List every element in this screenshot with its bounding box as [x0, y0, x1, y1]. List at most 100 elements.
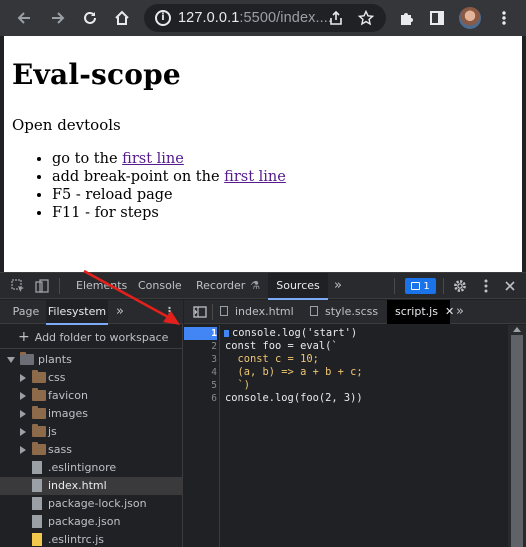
browser-toolbar: i 127.0.0.1:5500/index.... — [0, 0, 526, 36]
file-icon — [32, 479, 42, 492]
issues-badge[interactable]: 1 — [405, 278, 436, 294]
close-icon[interactable] — [500, 276, 520, 296]
list-item: go to the first line — [52, 150, 286, 168]
forward-arrow-icon[interactable] — [48, 8, 68, 28]
add-folder-button[interactable]: + Add folder to workspace — [0, 325, 183, 349]
document-icon — [220, 306, 228, 316]
tree-file[interactable]: .eslintignore — [0, 459, 183, 477]
line-number[interactable]: 6 — [184, 392, 217, 405]
editor-tab-index-html[interactable]: index.html — [220, 300, 294, 324]
folder-icon — [32, 370, 46, 383]
web-page: Eval-scope Open devtools go to the first… — [4, 36, 522, 272]
code-line: console.log(foo(2, 3)) — [225, 392, 363, 404]
code-editor[interactable]: 1 2 3 4 5 6 console.log('start') const f… — [184, 325, 508, 547]
line-gutter[interactable]: 1 2 3 4 5 6 — [184, 325, 220, 547]
page-title: Eval-scope — [12, 58, 181, 91]
settings-gear-icon[interactable] — [450, 276, 470, 296]
editor-tabbar: index.html style.scss script.js ✕ » — [184, 300, 526, 324]
folder-icon — [20, 352, 34, 365]
more-editor-tabs-chevron-icon[interactable]: » — [456, 300, 464, 324]
line-number[interactable]: 3 — [184, 353, 217, 366]
editor-scrollbar[interactable] — [508, 325, 526, 547]
tab-recorder[interactable]: Recorder ⚗ — [196, 273, 260, 299]
tab-console[interactable]: Console — [138, 273, 182, 299]
list-item: F5 - reload page — [52, 186, 286, 204]
tab-filesystem[interactable]: Filesystem — [46, 300, 108, 325]
line-number[interactable]: 2 — [184, 340, 217, 353]
editor-tab-script-js[interactable]: script.js ✕ — [387, 300, 454, 324]
breakpoint-line-number[interactable]: 1 — [184, 327, 217, 340]
profile-avatar[interactable] — [459, 7, 481, 29]
first-line-link[interactable]: first line — [122, 151, 184, 167]
code-line: const foo = eval(` — [225, 340, 338, 352]
collapse-arrow-icon — [20, 446, 26, 454]
devtools-panel: Elements Console Recorder ⚗ Sources » 1 P… — [0, 272, 526, 547]
line-number[interactable]: 5 — [184, 379, 217, 392]
folder-icon — [32, 424, 46, 437]
scrollbar-thumb[interactable] — [511, 335, 523, 547]
list-item: F11 - for steps — [52, 204, 286, 222]
bookmark-star-icon[interactable] — [356, 8, 376, 28]
more-tabs-chevron-icon[interactable]: » — [334, 273, 342, 299]
close-tab-icon[interactable]: ✕ — [445, 305, 454, 318]
tree-folder[interactable]: favicon — [0, 387, 183, 405]
scroll-up-arrow-icon[interactable] — [513, 327, 521, 332]
home-icon[interactable] — [112, 8, 132, 28]
folder-icon — [32, 406, 46, 419]
navigator-menu-icon[interactable]: ⋮ — [164, 300, 175, 324]
tree-file[interactable]: package.json — [0, 513, 183, 531]
reload-icon[interactable] — [80, 8, 100, 28]
collapse-arrow-icon — [20, 374, 26, 382]
collapse-arrow-icon — [20, 428, 26, 436]
sources-navigator: Page Filesystem » ⋮ + Add folder to works… — [0, 300, 183, 547]
inline-breakpoint-marker-icon[interactable] — [224, 330, 229, 337]
code-line: const c = 10; — [225, 353, 319, 365]
back-arrow-icon[interactable] — [14, 8, 34, 28]
file-icon — [32, 515, 42, 528]
intro-text: Open devtools — [12, 116, 121, 134]
code-line: `) — [225, 379, 251, 391]
steps-list: go to the first line add break-point on … — [52, 150, 286, 222]
collapse-arrow-icon — [20, 392, 26, 400]
devtools-menu-icon[interactable] — [476, 276, 496, 296]
tree-folder[interactable]: js — [0, 423, 183, 441]
message-icon — [411, 282, 421, 290]
document-icon — [310, 306, 318, 316]
tab-page[interactable]: Page — [8, 300, 44, 324]
file-icon — [32, 461, 42, 474]
toggle-navigator-icon[interactable] — [190, 302, 210, 322]
editor-tab-style-scss[interactable]: style.scss — [310, 300, 378, 324]
more-chevron-icon[interactable]: » — [116, 300, 124, 324]
share-icon[interactable] — [326, 8, 346, 28]
devtools-tabbar: Elements Console Recorder ⚗ Sources » 1 — [0, 273, 526, 300]
tree-file[interactable]: .eslintrc.js — [0, 531, 183, 547]
code-line: (a, b) => a + b + c; — [225, 366, 363, 378]
js-file-icon — [32, 533, 42, 546]
url-text: 127.0.0.1:5500/index.... — [178, 10, 332, 26]
side-panel-icon[interactable] — [427, 8, 447, 28]
tab-elements[interactable]: Elements — [76, 273, 127, 299]
site-info-icon[interactable]: i — [155, 10, 171, 26]
expand-arrow-icon — [7, 357, 15, 363]
extensions-puzzle-icon[interactable] — [396, 8, 416, 28]
tree-folder[interactable]: images — [0, 405, 183, 423]
collapse-arrow-icon — [20, 410, 26, 418]
inspect-element-icon[interactable] — [8, 276, 28, 296]
device-toolbar-icon[interactable] — [32, 276, 52, 296]
folder-icon — [32, 442, 46, 455]
tab-sources[interactable]: Sources — [268, 273, 328, 300]
tree-folder[interactable]: sass — [0, 441, 183, 459]
tree-file[interactable]: package-lock.json — [0, 495, 183, 513]
list-item: add break-point on the first line — [52, 168, 286, 186]
tree-folder[interactable]: css — [0, 369, 183, 387]
folder-icon — [32, 388, 46, 401]
tree-folder-plants[interactable]: plants — [0, 351, 183, 369]
browser-menu-icon[interactable] — [494, 8, 514, 28]
address-bar[interactable]: i 127.0.0.1:5500/index.... — [144, 4, 386, 32]
navigator-tabs: Page Filesystem » ⋮ — [0, 300, 183, 325]
tree-file-selected[interactable]: index.html — [0, 477, 183, 495]
file-icon — [32, 497, 42, 510]
line-number[interactable]: 4 — [184, 366, 217, 379]
first-line-link[interactable]: first line — [224, 169, 286, 185]
flask-icon: ⚗ — [250, 279, 261, 292]
